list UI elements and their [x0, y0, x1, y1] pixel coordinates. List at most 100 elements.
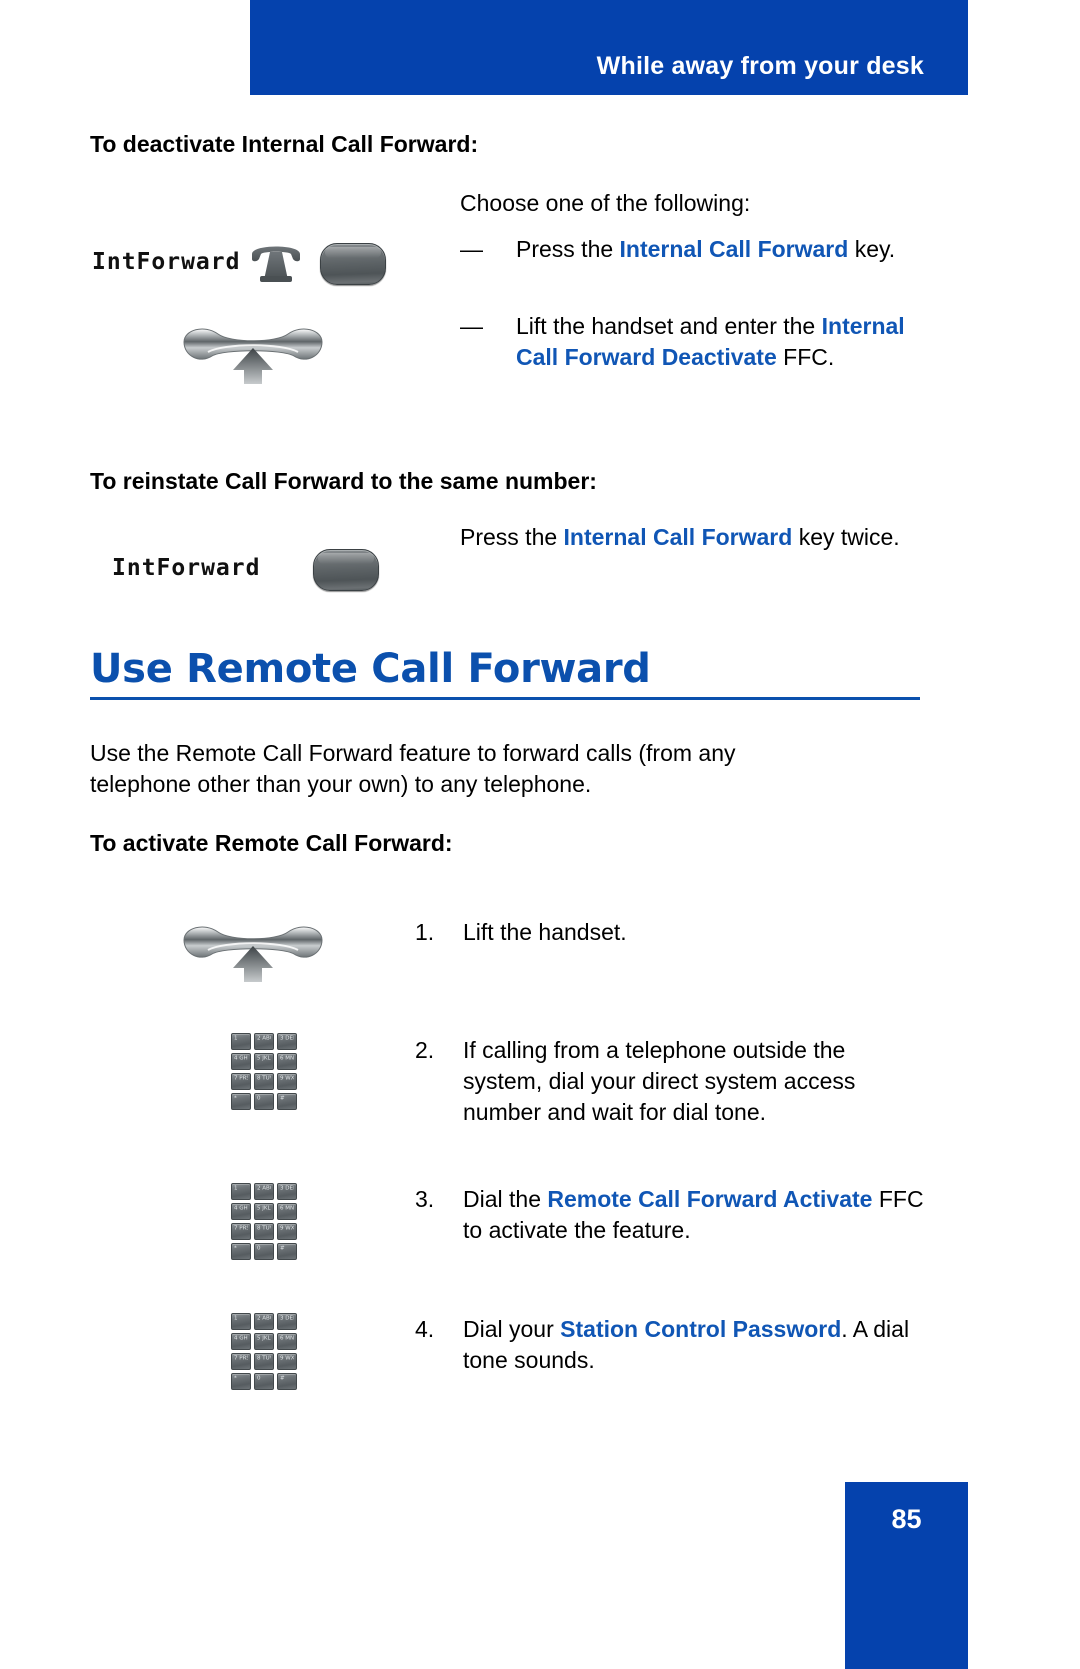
- section-underline-rule: [90, 697, 920, 700]
- dial-key-label: *: [234, 1095, 237, 1102]
- dial-key: *: [231, 1093, 251, 1110]
- dial-key: 4 GHI: [231, 1333, 251, 1350]
- dial-pad-icon-3: 1 2 ABC 3 DEF 4 GHI 5 JKL 6 MNO 7 PRS 8 …: [231, 1313, 297, 1390]
- dial-key-label: #: [280, 1375, 285, 1382]
- handset-lift-icon-2: [178, 920, 328, 982]
- dial-key: 8 TUV: [254, 1353, 274, 1370]
- dial-key-label: 4 GHI: [234, 1335, 248, 1342]
- dial-key-label: 5 JKL: [257, 1205, 271, 1212]
- dial-key-label: 3 DEF: [280, 1185, 294, 1192]
- dial-key-label: *: [234, 1375, 237, 1382]
- heading-reinstate-call-forward: To reinstate Call Forward to the same nu…: [90, 468, 597, 494]
- step-term-remote-call-forward-activate: Remote Call Forward Activate: [547, 1186, 873, 1212]
- dial-key-label: 2 ABC: [257, 1185, 271, 1192]
- step-number: 3.: [415, 1186, 435, 1212]
- dial-key-label: 8 TUV: [257, 1075, 271, 1082]
- dial-key-label: *: [234, 1245, 237, 1252]
- step-text-run: Lift the handset.: [463, 919, 627, 945]
- dial-key-label: 2 ABC: [257, 1035, 271, 1042]
- step-number: 1.: [415, 919, 435, 945]
- dial-key-label: 4 GHI: [234, 1055, 248, 1062]
- step-term-station-control-password: Station Control Password: [560, 1316, 842, 1342]
- dial-key-label: 7 PRS: [234, 1225, 248, 1232]
- dial-key-label: 9 WXY: [280, 1075, 294, 1082]
- dial-key: 6 MNO: [277, 1333, 297, 1350]
- step-text: If calling from a telephone outside the …: [463, 1035, 923, 1128]
- dial-key-label: 5 JKL: [257, 1055, 271, 1062]
- dial-key-label: 0: [257, 1375, 261, 1382]
- dial-key: 5 JKL: [254, 1333, 274, 1350]
- dial-key-label: 9 WXY: [280, 1225, 294, 1232]
- dial-key-label: 6 MNO: [280, 1205, 294, 1212]
- dial-key-label: #: [280, 1245, 285, 1252]
- dial-key: 6 MNO: [277, 1203, 297, 1220]
- running-header-bar: While away from your desk: [250, 0, 968, 95]
- dial-key: 4 GHI: [231, 1053, 251, 1070]
- dial-key-label: 3 DEF: [280, 1035, 294, 1042]
- dial-key: 0: [254, 1373, 274, 1390]
- feature-key-icon-1: [320, 243, 386, 285]
- reinstate-text-post: key twice.: [792, 524, 900, 550]
- dial-key: 5 JKL: [254, 1053, 274, 1070]
- page-number: 85: [891, 1504, 922, 1534]
- feature-key-icon-2: [313, 549, 379, 591]
- dial-key: *: [231, 1373, 251, 1390]
- dial-key-label: 8 TUV: [257, 1355, 271, 1362]
- dial-key: 9 WXY: [277, 1353, 297, 1370]
- running-header-title: While away from your desk: [596, 52, 924, 80]
- bullet-text-pre: Press the: [516, 236, 620, 262]
- dial-key: 8 TUV: [254, 1073, 274, 1090]
- step-text: Dial your Station Control Password. A di…: [463, 1314, 925, 1376]
- dial-key-label: 6 MNO: [280, 1335, 294, 1342]
- step-text-run: If calling from a telephone outside the …: [463, 1037, 856, 1125]
- dial-key: 7 PRS: [231, 1353, 251, 1370]
- reinstate-term-internal-call-forward: Internal Call Forward: [563, 524, 793, 550]
- soft-label-intforward-2: IntForward: [112, 555, 261, 581]
- dial-key-label: 7 PRS: [234, 1075, 248, 1082]
- dial-key: 3 DEF: [277, 1313, 297, 1330]
- step-text: Dial the Remote Call Forward Activate FF…: [463, 1184, 925, 1246]
- dial-key-label: 0: [257, 1245, 261, 1252]
- dial-key: 0: [254, 1093, 274, 1110]
- dial-key: 2 ABC: [254, 1313, 274, 1330]
- reinstate-instruction: Press the Internal Call Forward key twic…: [460, 522, 920, 553]
- dial-key-label: 6 MNO: [280, 1055, 294, 1062]
- intro-choose-one: Choose one of the following:: [460, 190, 751, 216]
- dial-key: #: [277, 1093, 297, 1110]
- dial-key-label: 9 WXY: [280, 1355, 294, 1362]
- handset-lift-icon-1: [178, 322, 328, 384]
- step-text-pre: Dial your: [463, 1316, 561, 1342]
- section-intro-paragraph: Use the Remote Call Forward feature to f…: [90, 740, 736, 797]
- document-page: While away from your desk To deactivate …: [0, 0, 1080, 1669]
- bullet-text-post: FFC.: [776, 344, 835, 370]
- heading-activate-remote-call-forward: To activate Remote Call Forward:: [90, 830, 453, 856]
- dial-key-label: 2 ABC: [257, 1315, 271, 1322]
- bullet-text-pre: Lift the handset and enter the: [516, 313, 822, 339]
- soft-label-intforward-1: IntForward: [92, 249, 241, 275]
- dial-key: 8 TUV: [254, 1223, 274, 1240]
- dial-key: 4 GHI: [231, 1203, 251, 1220]
- telephone-icon: [248, 240, 304, 284]
- dial-key-label: 4 GHI: [234, 1205, 248, 1212]
- dial-pad-icon-1: 1 2 ABC 3 DEF 4 GHI 5 JKL 6 MNO 7 PRS 8 …: [231, 1033, 297, 1110]
- step-text-pre: Dial the: [463, 1186, 548, 1212]
- dial-key: #: [277, 1373, 297, 1390]
- heading-deactivate-internal-call-forward: To deactivate Internal Call Forward:: [90, 131, 479, 157]
- bullet-dash: —: [460, 313, 483, 339]
- section-use-remote-call-forward: Use Remote Call Forward: [90, 648, 920, 700]
- bullet-text: Press the Internal Call Forward key.: [516, 234, 930, 265]
- dial-key: 2 ABC: [254, 1183, 274, 1200]
- dial-key: 3 DEF: [277, 1033, 297, 1050]
- dial-key-label: 1: [234, 1185, 238, 1192]
- bullet-text: Lift the handset and enter the Internal …: [516, 311, 940, 373]
- dial-key: 9 WXY: [277, 1223, 297, 1240]
- dial-key-label: 1: [234, 1315, 238, 1322]
- dial-key: #: [277, 1243, 297, 1260]
- dial-key-label: #: [280, 1095, 285, 1102]
- dial-pad-icon-2: 1 2 ABC 3 DEF 4 GHI 5 JKL 6 MNO 7 PRS 8 …: [231, 1183, 297, 1260]
- dial-key: 3 DEF: [277, 1183, 297, 1200]
- dial-key-label: 3 DEF: [280, 1315, 294, 1322]
- reinstate-text-pre: Press the: [460, 524, 564, 550]
- step-number: 2.: [415, 1037, 435, 1063]
- dial-key: 7 PRS: [231, 1073, 251, 1090]
